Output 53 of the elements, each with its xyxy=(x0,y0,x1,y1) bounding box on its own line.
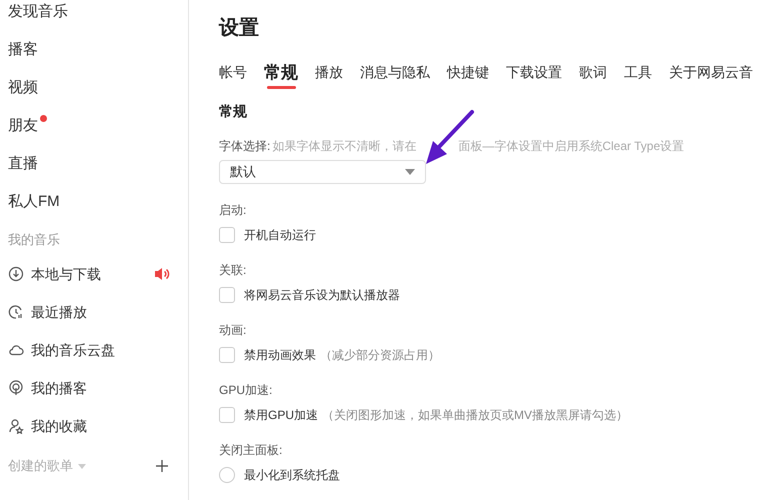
sidebar-item[interactable]: 朋友 xyxy=(8,107,170,145)
hint-text: 面板—字体设置中启用系统Clear Type设置 xyxy=(458,138,684,155)
option-label: 将网易云音乐设为默认播放器 xyxy=(244,287,400,304)
sidebar-item[interactable]: 播客 xyxy=(8,31,170,69)
settings-tab[interactable]: 帐号 xyxy=(219,62,247,89)
font-dropdown[interactable]: 默认 xyxy=(219,160,426,184)
sidebar-item[interactable]: 我的收藏 xyxy=(8,407,170,445)
caret-icon xyxy=(405,169,415,175)
settings-tab[interactable]: 播放 xyxy=(315,62,343,89)
sidebar-item[interactable]: 本地与下载 xyxy=(8,255,170,293)
group-label: 启动: xyxy=(219,202,248,219)
sidebar-item[interactable]: 直播 xyxy=(8,145,170,183)
sidebar-item[interactable]: 私人FM xyxy=(8,183,170,221)
group-label: 关联: xyxy=(219,262,248,279)
sidebar-item[interactable]: 最近播放 xyxy=(8,293,170,331)
settings-tab[interactable]: 常规 xyxy=(264,60,298,89)
plus-icon[interactable] xyxy=(156,460,168,472)
settings-tab[interactable]: 快捷键 xyxy=(447,62,489,89)
hint-text: 如果字体显示不清晰，请在 xyxy=(272,138,416,155)
settings-tab[interactable]: 消息与隐私 xyxy=(360,62,430,89)
download-icon xyxy=(8,266,24,282)
section-title: 我的音乐 xyxy=(8,231,61,250)
clock-icon xyxy=(8,304,24,320)
user-star-icon xyxy=(8,418,24,434)
radio-button[interactable] xyxy=(219,467,235,483)
checkbox[interactable] xyxy=(219,347,235,363)
option-label: 最小化到系统托盘 xyxy=(244,467,340,484)
field-label: 字体选择: xyxy=(219,138,270,155)
sidebar-item[interactable]: 视频 xyxy=(8,69,170,107)
group-label: 动画: xyxy=(219,322,248,339)
option-label: 开机自动运行 xyxy=(244,227,316,244)
settings-tab[interactable]: 关于网易云音 xyxy=(669,62,753,89)
group-label: GPU加速: xyxy=(219,382,274,399)
section-heading: 常规 xyxy=(219,102,248,121)
settings-tab[interactable]: 工具 xyxy=(624,62,652,89)
checkbox[interactable] xyxy=(219,287,235,303)
sidebar-item[interactable]: 我的播客 xyxy=(8,369,170,407)
settings-tab[interactable]: 下载设置 xyxy=(506,62,562,89)
option-note: （减少部分资源占用） xyxy=(320,347,440,364)
checkbox[interactable] xyxy=(219,407,235,423)
group-label: 关闭主面板: xyxy=(219,442,284,459)
sidebar-item[interactable]: 发现音乐 xyxy=(8,0,170,31)
option-note: （关闭图形加速，如果单曲播放页或MV播放黑屏请勾选） xyxy=(322,407,628,424)
settings-tab[interactable]: 歌词 xyxy=(579,62,607,89)
caret-icon xyxy=(78,464,86,468)
checkbox[interactable] xyxy=(219,227,235,243)
option-label: 禁用动画效果 xyxy=(244,347,316,364)
page-title: 设置 xyxy=(219,16,260,41)
section-title: 创建的歌单 xyxy=(8,457,73,476)
option-label: 禁用GPU加速 xyxy=(244,407,318,424)
sidebar-item[interactable]: 我的音乐云盘 xyxy=(8,331,170,369)
active-tab-underline xyxy=(266,86,296,89)
podcast-icon xyxy=(8,380,24,396)
